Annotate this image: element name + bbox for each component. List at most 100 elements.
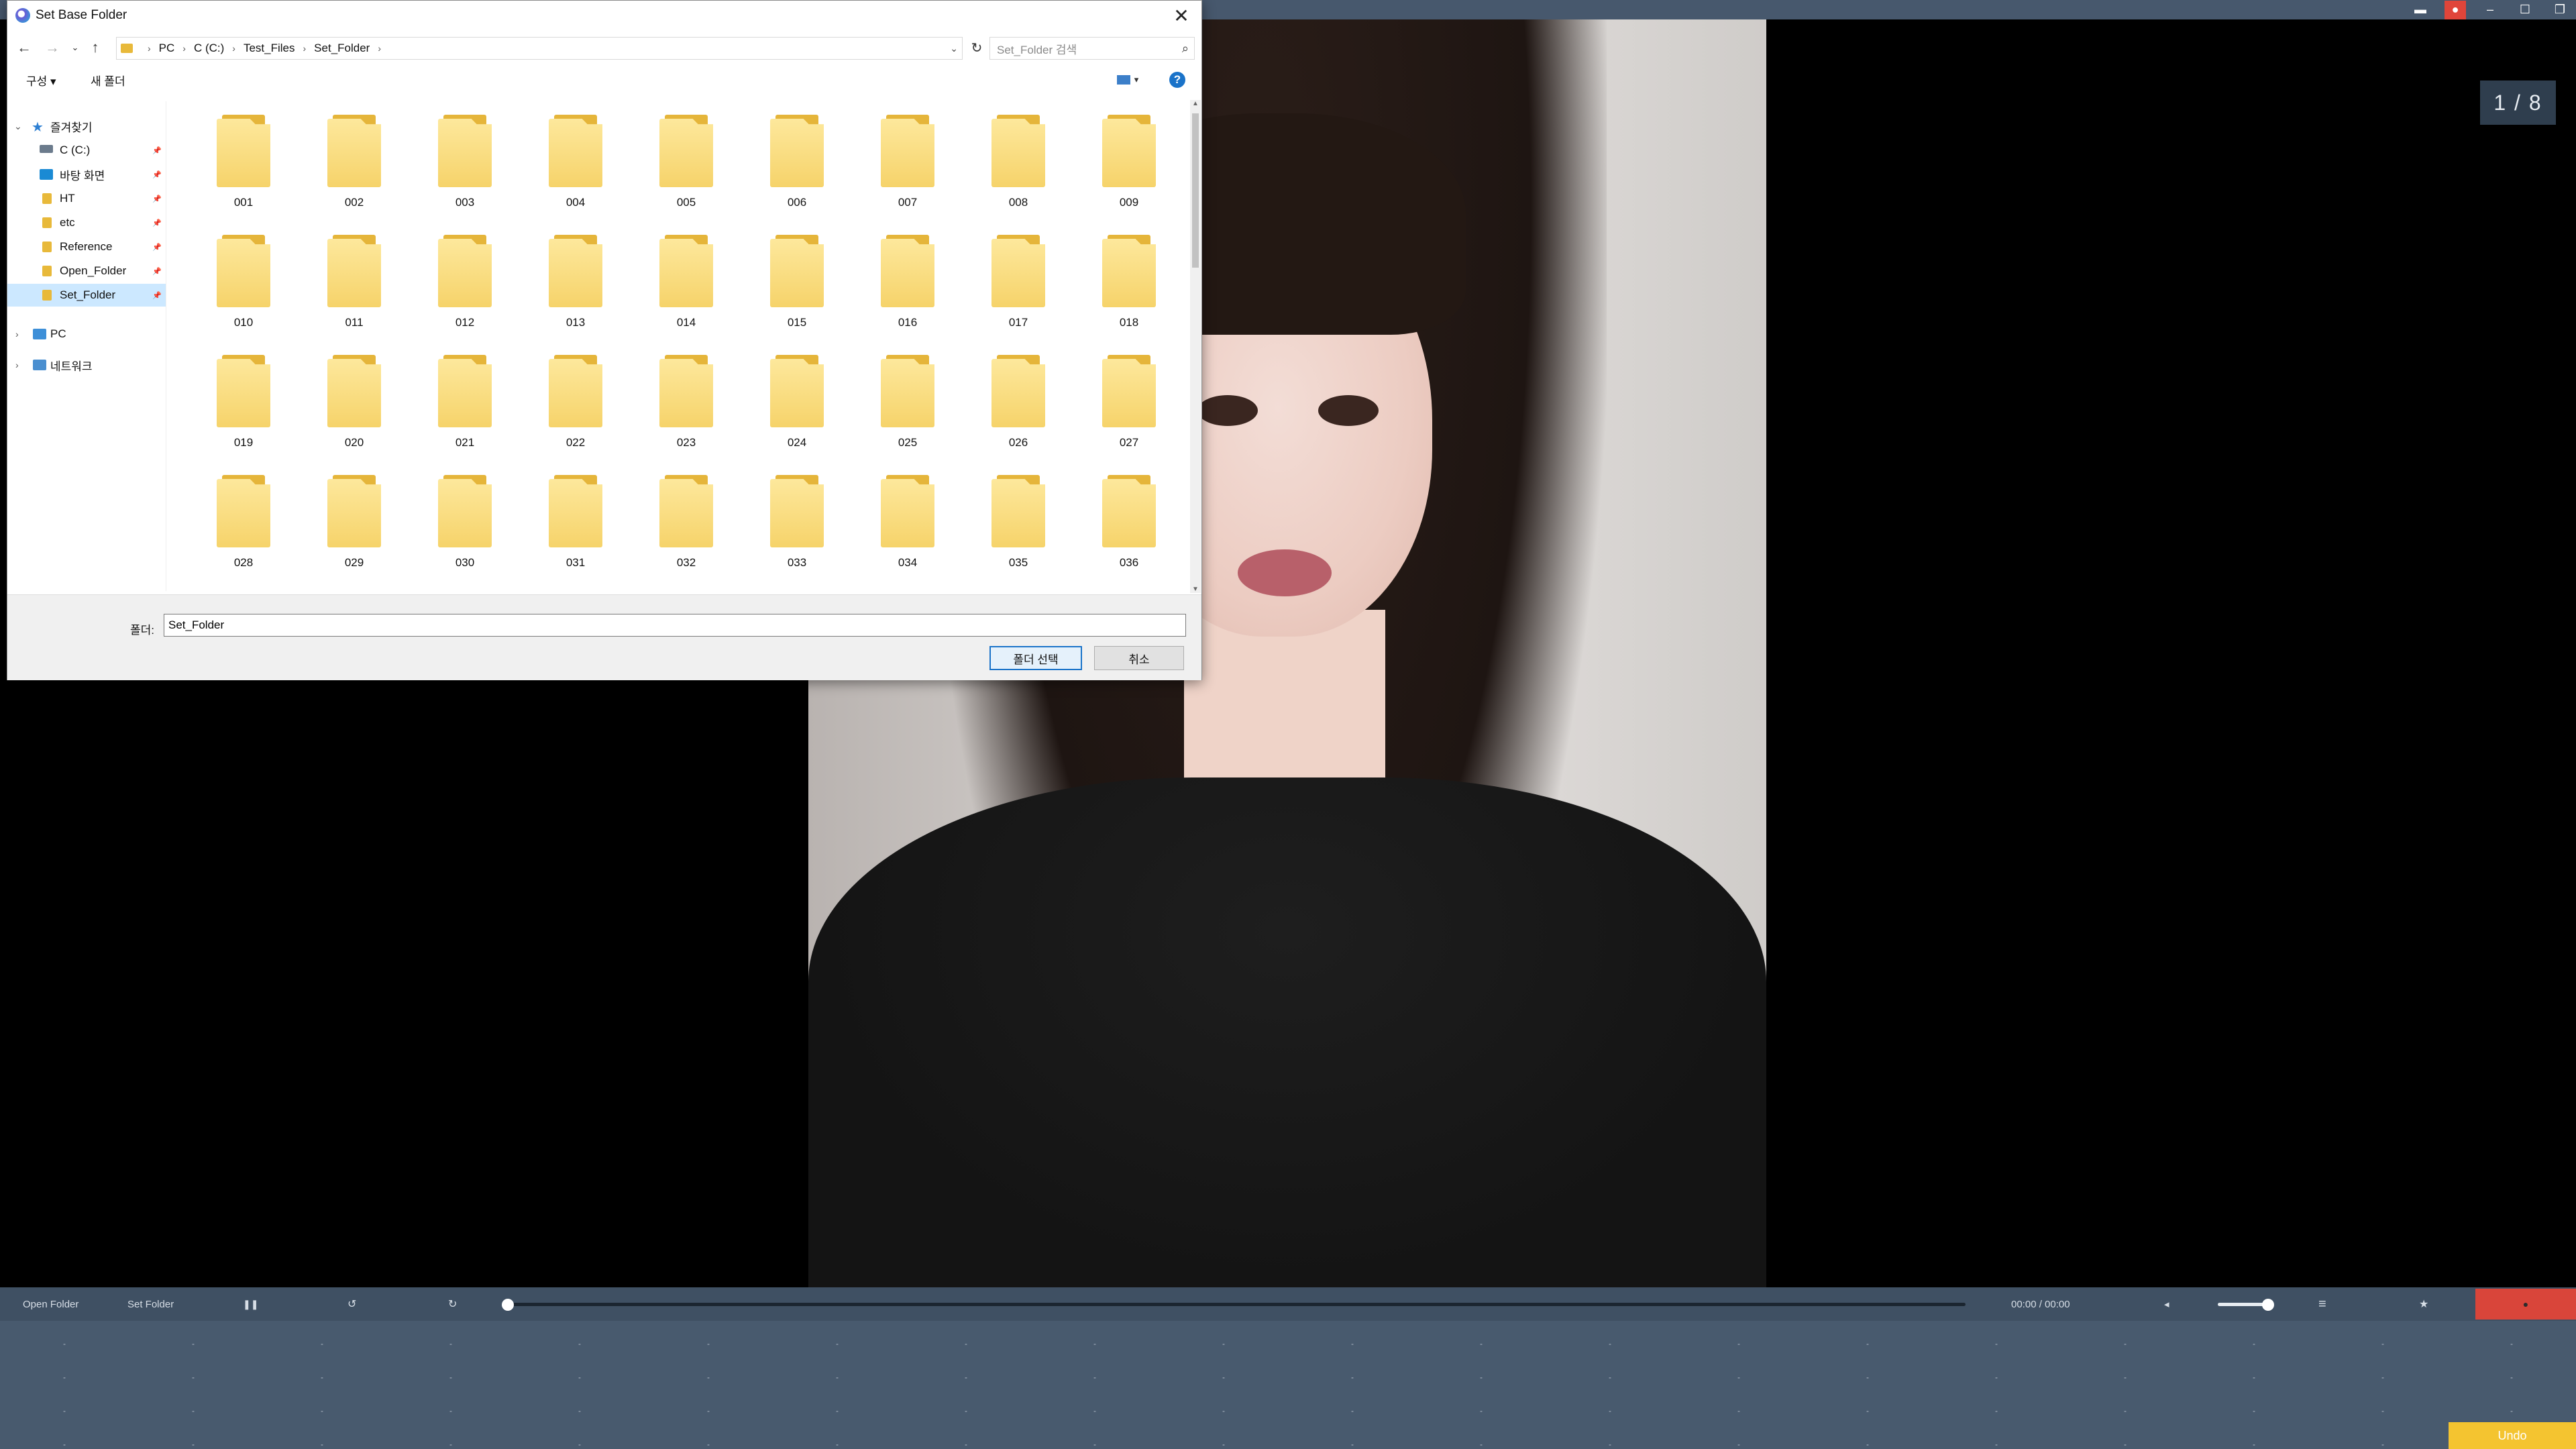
breadcrumb-separator-icon[interactable]: ›	[378, 43, 381, 54]
folder-name-field[interactable]	[164, 614, 1186, 637]
close-icon[interactable]: ✕	[1161, 1, 1201, 30]
nav-item[interactable]: Set_Folder 📌	[7, 284, 166, 307]
folder-item[interactable]: 021	[411, 347, 519, 461]
breadcrumb-item[interactable]: PC	[159, 42, 175, 55]
chevron-right-icon[interactable]: ›	[15, 360, 19, 370]
view-options-button[interactable]: ▾	[1111, 72, 1144, 88]
folder-item[interactable]: 029	[301, 467, 408, 581]
breadcrumb-separator-icon[interactable]: ›	[303, 43, 307, 54]
seek-handle[interactable]	[502, 1299, 514, 1311]
nav-item[interactable]: 바탕 화면 📌	[7, 163, 166, 186]
folder-item[interactable]: 034	[854, 467, 961, 581]
undo-button[interactable]: Undo	[2449, 1422, 2576, 1449]
breadcrumb-item[interactable]: Set_Folder	[314, 42, 370, 55]
chevron-right-icon[interactable]: ›	[15, 329, 19, 339]
folder-item[interactable]: 015	[743, 227, 851, 341]
folder-item[interactable]: 020	[301, 347, 408, 461]
keyboard-icon[interactable]: ▬	[2410, 1, 2431, 19]
rotate-left-icon[interactable]: ↺	[347, 1287, 356, 1321]
scroll-up-icon[interactable]: ▲	[1190, 100, 1201, 107]
forward-icon[interactable]: →	[41, 34, 64, 61]
breadcrumb-separator-icon[interactable]: ›	[148, 43, 151, 54]
folder-item[interactable]: 001	[190, 107, 297, 221]
folder-item[interactable]: 025	[854, 347, 961, 461]
mute-icon[interactable]: ◂	[2164, 1287, 2169, 1321]
set-folder-button[interactable]: Set Folder	[127, 1287, 174, 1321]
folder-item[interactable]: 010	[190, 227, 297, 341]
help-icon[interactable]: ?	[1169, 72, 1185, 88]
nav-item[interactable]: HT 📌	[7, 187, 166, 210]
folder-icon	[549, 475, 602, 547]
folder-item[interactable]: 005	[633, 107, 740, 221]
folder-item[interactable]: 018	[1075, 227, 1183, 341]
folder-item[interactable]: 024	[743, 347, 851, 461]
folder-item[interactable]: 033	[743, 467, 851, 581]
folder-item[interactable]: 032	[633, 467, 740, 581]
folder-name: 025	[898, 436, 918, 449]
breadcrumb-separator-icon[interactable]: ›	[232, 43, 235, 54]
nav-item[interactable]: Reference 📌	[7, 235, 166, 258]
nav-item[interactable]: Open_Folder 📌	[7, 260, 166, 282]
search-icon[interactable]: ⌕	[1182, 42, 1189, 56]
recent-dropdown-icon[interactable]: ⌄	[64, 34, 87, 61]
vertical-scrollbar[interactable]: ▲ ▼	[1190, 100, 1201, 593]
nav-network[interactable]: › 네트워크	[7, 354, 166, 376]
breadcrumb-item[interactable]: C (C:)	[194, 42, 224, 55]
scroll-down-icon[interactable]: ▼	[1190, 586, 1201, 593]
nav-favorites-label: 즐겨찾기	[50, 121, 93, 134]
folder-item[interactable]: 027	[1075, 347, 1183, 461]
folder-item[interactable]: 006	[743, 107, 851, 221]
star-icon[interactable]: ★	[2419, 1287, 2428, 1321]
folder-item[interactable]: 017	[965, 227, 1072, 341]
breadcrumb-separator-icon[interactable]: ›	[182, 43, 186, 54]
cancel-button[interactable]: 취소	[1094, 646, 1184, 670]
address-bar[interactable]: › PC › C (C:) › Test_Files › Set_Folder › ⌄	[116, 37, 963, 60]
nav-item[interactable]: C (C:) 📌	[7, 139, 166, 162]
back-icon[interactable]: ←	[13, 34, 36, 61]
maximize-icon[interactable]: ☐	[2514, 1, 2536, 19]
folder-item[interactable]: 011	[301, 227, 408, 341]
volume-handle[interactable]	[2262, 1299, 2274, 1311]
folder-item[interactable]: 008	[965, 107, 1072, 221]
rotate-right-icon[interactable]: ↻	[448, 1287, 457, 1321]
folder-item[interactable]: 022	[522, 347, 629, 461]
chevron-down-icon[interactable]: ⌄	[950, 43, 958, 54]
select-folder-button[interactable]: 폴더 선택	[989, 646, 1082, 670]
search-input[interactable]: Set_Folder 검색 ⌕	[989, 37, 1195, 60]
folder-item[interactable]: 014	[633, 227, 740, 341]
folder-item[interactable]: 007	[854, 107, 961, 221]
new-folder-button[interactable]: 새 폴더	[91, 65, 125, 95]
open-folder-button[interactable]: Open Folder	[23, 1287, 78, 1321]
folder-item[interactable]: 012	[411, 227, 519, 341]
record-button[interactable]: ●	[2475, 1289, 2576, 1320]
folder-item[interactable]: 019	[190, 347, 297, 461]
folder-item[interactable]: 026	[965, 347, 1072, 461]
chevron-down-icon[interactable]: ⌄	[14, 121, 22, 132]
folder-item[interactable]: 002	[301, 107, 408, 221]
pause-icon[interactable]: ❚❚	[243, 1287, 258, 1321]
folder-item[interactable]: 028	[190, 467, 297, 581]
nav-item[interactable]: etc 📌	[7, 211, 166, 234]
nav-favorites[interactable]: ⌄ ★ 즐겨찾기	[7, 115, 166, 138]
refresh-icon[interactable]: ↻	[965, 37, 988, 58]
folder-item[interactable]: 009	[1075, 107, 1183, 221]
breadcrumb-item[interactable]: Test_Files	[244, 42, 295, 55]
menu-icon[interactable]: ≡	[2318, 1287, 2326, 1321]
restore-icon[interactable]: ❐	[2549, 1, 2571, 19]
folder-item[interactable]: 023	[633, 347, 740, 461]
nav-pc[interactable]: › PC	[7, 323, 166, 345]
minimize-icon[interactable]: –	[2479, 1, 2501, 19]
scrollbar-thumb[interactable]	[1192, 113, 1199, 268]
organize-button[interactable]: 구성 ▾	[26, 65, 56, 95]
folder-item[interactable]: 016	[854, 227, 961, 341]
folder-item[interactable]: 004	[522, 107, 629, 221]
folder-item[interactable]: 031	[522, 467, 629, 581]
folder-item[interactable]: 035	[965, 467, 1072, 581]
folder-item[interactable]: 036	[1075, 467, 1183, 581]
folder-item[interactable]: 030	[411, 467, 519, 581]
folder-item[interactable]: 013	[522, 227, 629, 341]
seek-bar[interactable]	[510, 1303, 1966, 1306]
up-icon[interactable]: ↑	[84, 34, 107, 61]
folder-item[interactable]: 003	[411, 107, 519, 221]
record-icon[interactable]: ●	[2445, 0, 2466, 19]
